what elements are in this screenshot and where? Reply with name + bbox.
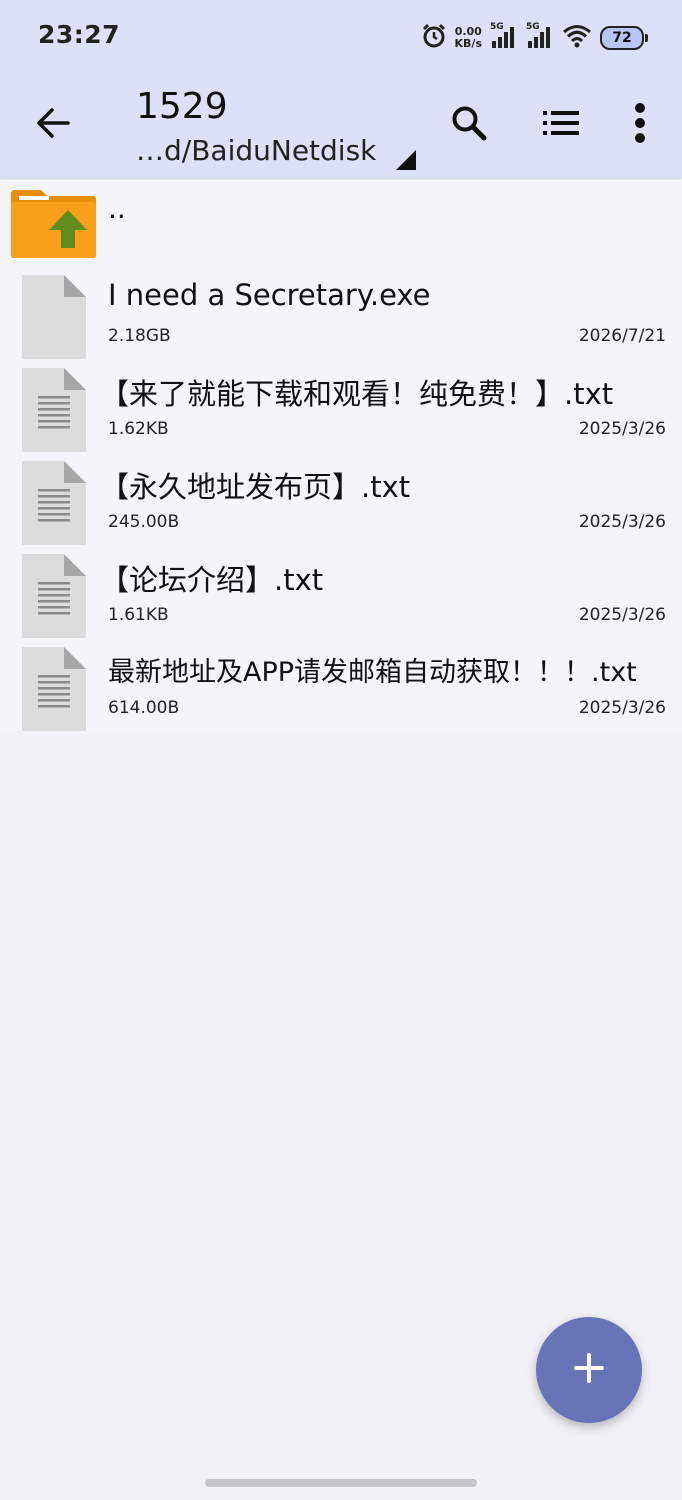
file-item[interactable]: 【论坛介绍】.txt 1.61KB 2025/3/26: [0, 545, 682, 638]
add-button[interactable]: [536, 1317, 642, 1423]
text-file-icon: [22, 647, 86, 731]
file-item[interactable]: 【来了就能下载和观看！纯免费！】.txt 1.62KB 2025/3/26: [0, 359, 682, 452]
current-path[interactable]: …d/BaiduNetdisk: [136, 134, 376, 167]
status-icons: 0.00 KB/s 5G 5G 72: [421, 22, 648, 54]
app-bar: 23:27 0.00 KB/s 5G 5G 72 1529 …d/BaiduNe…: [0, 0, 682, 178]
home-indicator[interactable]: [205, 1479, 477, 1487]
list-view-icon: [542, 108, 580, 142]
page-title: 1529: [136, 86, 228, 127]
file-item[interactable]: I need a Secretary.exe 2.18GB 2026/7/21: [0, 266, 682, 359]
alarm-icon: [421, 23, 447, 53]
file-size: 1.61KB: [108, 605, 169, 625]
text-file-icon: [22, 554, 86, 638]
file-date: 2025/3/26: [578, 419, 666, 439]
parent-directory-label: ..: [108, 192, 126, 225]
signal-icon: 5G: [526, 22, 554, 50]
more-options-button[interactable]: [616, 101, 664, 149]
file-size: 1.62KB: [108, 419, 169, 439]
file-size: 614.00B: [108, 698, 180, 718]
file-date: 2026/7/21: [578, 326, 666, 346]
net-speed: 0.00 KB/s: [455, 26, 482, 50]
file-name: 【永久地址发布页】.txt: [100, 470, 411, 504]
file-item[interactable]: 最新地址及APP请发邮箱自动获取！！！.txt 614.00B 2025/3/2…: [0, 638, 682, 731]
path-dropdown-icon[interactable]: [396, 150, 416, 170]
view-mode-button[interactable]: [537, 101, 585, 149]
file-name: 最新地址及APP请发邮箱自动获取！！！.txt: [108, 657, 637, 688]
file-date: 2025/3/26: [578, 512, 666, 532]
status-time: 23:27: [38, 20, 121, 49]
battery-icon: 72: [600, 26, 648, 50]
parent-directory-item[interactable]: ..: [0, 180, 682, 266]
status-bar: 23:27 0.00 KB/s 5G 5G 72: [0, 0, 682, 76]
file-name: 【论坛介绍】.txt: [100, 563, 324, 597]
search-icon: [450, 104, 488, 146]
plus-icon: [573, 1352, 605, 1388]
text-file-icon: [22, 461, 86, 545]
file-date: 2025/3/26: [578, 605, 666, 625]
battery-level: 72: [612, 30, 632, 46]
file-size: 2.18GB: [108, 326, 171, 346]
file-list: .. I need a Secretary.exe 2.18GB 2026/7/…: [0, 180, 682, 731]
file-name: 【来了就能下载和观看！纯免费！】.txt: [100, 377, 614, 411]
file-item[interactable]: 【永久地址发布页】.txt 245.00B 2025/3/26: [0, 452, 682, 545]
blank-file-icon: [22, 275, 86, 359]
file-name: I need a Secretary.exe: [108, 278, 431, 312]
file-date: 2025/3/26: [578, 698, 666, 718]
signal-icon: 5G: [490, 22, 518, 50]
folder-up-icon: [11, 188, 96, 262]
back-button[interactable]: [29, 101, 77, 149]
search-button[interactable]: [445, 101, 493, 149]
back-arrow-icon: [35, 105, 71, 145]
net-speed-unit: KB/s: [454, 37, 482, 50]
file-size: 245.00B: [108, 512, 180, 532]
more-vert-icon: [634, 103, 646, 147]
wifi-icon: [562, 24, 592, 52]
text-file-icon: [22, 368, 86, 452]
